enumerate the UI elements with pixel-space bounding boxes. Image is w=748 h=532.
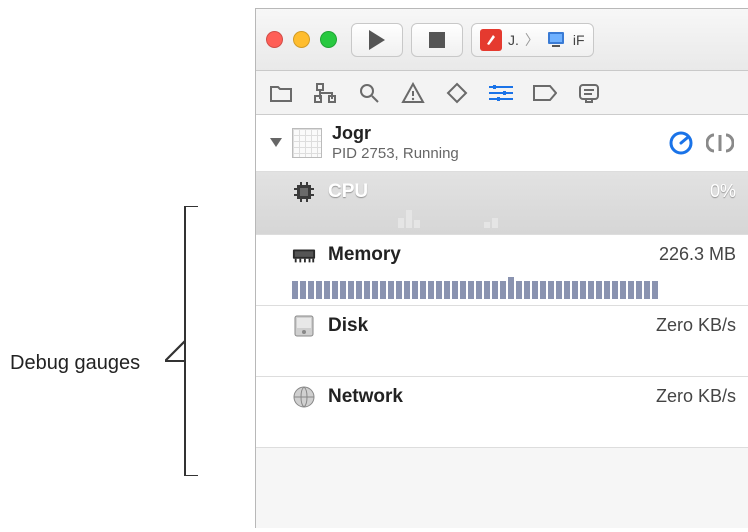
annotation-bracket [165,206,255,476]
issue-navigator-icon[interactable] [400,80,426,106]
network-icon [292,385,316,409]
gauge-network-sparkline [268,415,736,441]
gauge-memory-value: 226.3 MB [659,244,736,265]
gauge-disk[interactable]: Disk Zero KB/s [256,306,748,377]
process-row[interactable]: Jogr PID 2753, Running [256,115,748,172]
project-navigator-icon[interactable] [268,80,294,106]
scheme-separator-icon: 〉 [525,30,539,50]
process-icon [292,128,322,158]
memory-icon [292,243,316,267]
profile-instruments-icon[interactable] [668,130,694,156]
disclosure-triangle-icon[interactable] [270,138,282,147]
navigator-selector-bar [256,71,748,115]
gauge-disk-sparkline [268,344,736,370]
zoom-window-button[interactable] [320,31,337,48]
window-titlebar: J. 〉 iF [256,9,748,71]
disk-icon [292,314,316,338]
gauge-memory-label: Memory [328,244,647,266]
gauge-memory[interactable]: Memory 226.3 MB [256,235,748,306]
debug-navigator-icon[interactable] [488,80,514,106]
test-navigator-icon[interactable] [444,80,470,106]
view-process-threads-icon[interactable] [706,132,734,154]
gauge-cpu-value: 0% [710,181,736,202]
find-navigator-icon[interactable] [356,80,382,106]
scheme-device-label: iF [573,32,585,48]
run-button[interactable] [351,23,403,57]
play-icon [369,30,385,50]
gauge-cpu-label: CPU [328,181,698,203]
gauge-cpu[interactable]: CPU 0% [256,172,748,235]
gauge-disk-label: Disk [328,315,644,337]
scheme-app-label: J. [508,32,519,48]
gauge-network[interactable]: Network Zero KB/s [256,377,748,448]
gauge-network-value: Zero KB/s [656,386,736,407]
close-window-button[interactable] [266,31,283,48]
annotation-label: Debug gauges [10,352,140,375]
app-icon [480,29,502,51]
scheme-selector[interactable]: J. 〉 iF [471,23,594,57]
debug-navigator-panel: J. 〉 iF [255,8,748,528]
gauge-memory-sparkline [268,273,736,299]
cpu-icon [292,180,316,204]
minimize-window-button[interactable] [293,31,310,48]
breakpoint-navigator-icon[interactable] [532,80,558,106]
process-status: PID 2753, Running [332,145,658,163]
gauge-cpu-sparkline [268,204,736,228]
device-icon [545,29,567,51]
process-text: Jogr PID 2753, Running [332,123,658,163]
gauge-network-label: Network [328,386,644,408]
symbol-navigator-icon[interactable] [312,80,338,106]
process-name: Jogr [332,123,658,145]
gauge-disk-value: Zero KB/s [656,315,736,336]
stop-icon [429,32,445,48]
stop-button[interactable] [411,23,463,57]
report-navigator-icon[interactable] [576,80,602,106]
window-traffic-lights [266,31,337,48]
